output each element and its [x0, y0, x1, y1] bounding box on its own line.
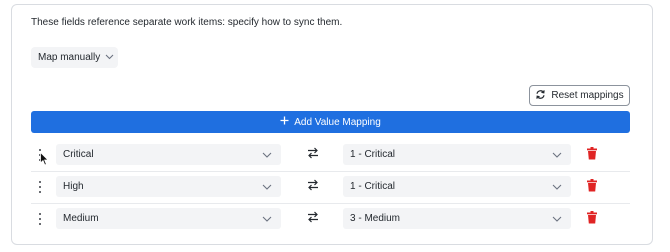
mouse-cursor-icon: [40, 151, 49, 166]
trash-icon[interactable]: [587, 211, 597, 224]
add-value-mapping-label: Add Value Mapping: [294, 116, 381, 128]
chevron-down-icon: [552, 214, 562, 225]
drag-handle-icon[interactable]: [37, 180, 43, 194]
chevron-down-icon: [262, 150, 272, 161]
instructions-text: These fields reference separate work ite…: [31, 17, 343, 28]
add-value-mapping-button[interactable]: Add Value Mapping: [31, 111, 630, 133]
source-value-select[interactable]: Critical: [56, 144, 281, 165]
target-value-label: 1 - Critical: [350, 149, 396, 160]
reset-mappings-button[interactable]: Reset mappings: [529, 85, 630, 106]
chevron-down-icon: [262, 182, 272, 193]
source-value-label: Medium: [63, 213, 99, 224]
swap-arrows-icon: [306, 178, 320, 192]
mapping-row: Medium 3 - Medium: [31, 204, 630, 234]
target-value-label: 1 - Critical: [350, 181, 396, 192]
reset-mappings-label: Reset mappings: [551, 90, 624, 101]
source-value-label: High: [63, 181, 84, 192]
chevron-down-icon: [105, 52, 114, 63]
source-value-select[interactable]: High: [56, 176, 281, 197]
target-value-select[interactable]: 1 - Critical: [343, 176, 571, 197]
swap-arrows-icon: [306, 146, 320, 160]
source-value-label: Critical: [63, 149, 94, 160]
trash-icon[interactable]: [587, 179, 597, 192]
chevron-down-icon: [552, 150, 562, 161]
target-value-label: 3 - Medium: [350, 213, 401, 224]
mapping-mode-dropdown[interactable]: Map manually: [31, 47, 118, 68]
mapping-row: Critical 1 - Critical: [31, 140, 630, 170]
chevron-down-icon: [262, 214, 272, 225]
drag-handle-icon[interactable]: [37, 212, 43, 226]
swap-arrows-icon: [306, 210, 320, 224]
target-value-select[interactable]: 3 - Medium: [343, 208, 571, 229]
chevron-down-icon: [552, 182, 562, 193]
plus-icon: [280, 116, 289, 128]
trash-icon[interactable]: [587, 147, 597, 160]
mapping-row: High 1 - Critical: [31, 172, 630, 202]
source-value-select[interactable]: Medium: [56, 208, 281, 229]
target-value-select[interactable]: 1 - Critical: [343, 144, 571, 165]
mapping-mode-label: Map manually: [38, 52, 101, 63]
refresh-icon: [535, 89, 546, 103]
